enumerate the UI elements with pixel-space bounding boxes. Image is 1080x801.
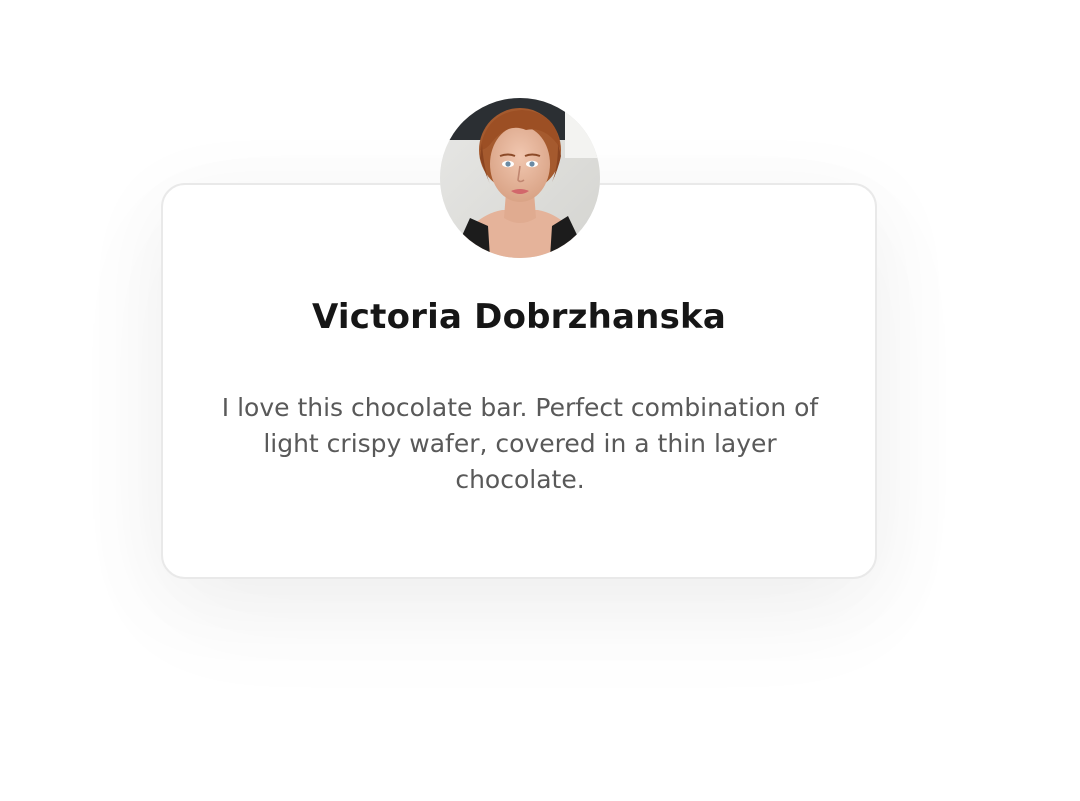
- avatar: [440, 98, 600, 258]
- person-photo-icon: [440, 98, 600, 258]
- testimonial-author-name: Victoria Dobrzhanska: [312, 297, 726, 337]
- page: Victoria Dobrzhanska I love this chocola…: [0, 0, 1080, 801]
- testimonial-quote: I love this chocolate bar. Perfect combi…: [221, 393, 819, 494]
